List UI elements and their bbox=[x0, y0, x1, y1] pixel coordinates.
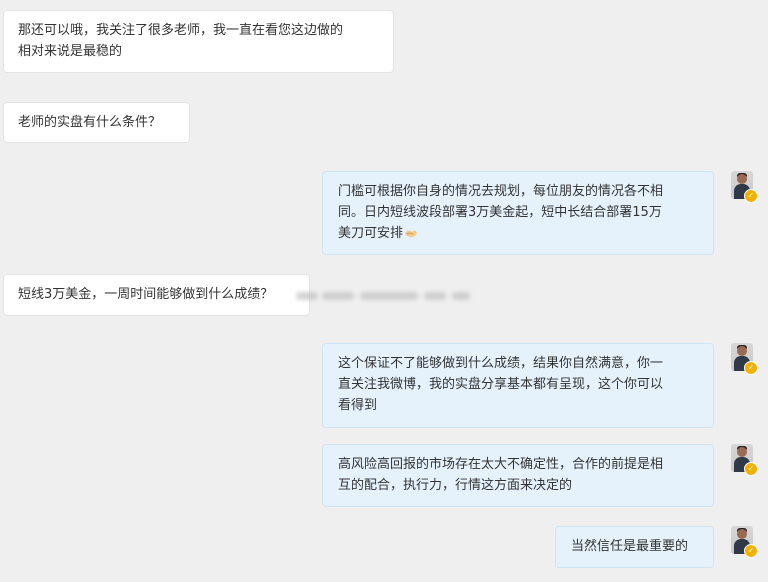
message-text-line: 看得到 bbox=[338, 398, 378, 413]
verified-badge-icon: ✓ bbox=[744, 544, 758, 558]
message-bubble-incoming[interactable]: 那还可以哦，我关注了很多老师，我一直在看您这边做的 相对来说是最稳的 bbox=[3, 10, 394, 73]
verified-badge-icon: ✓ bbox=[744, 361, 758, 375]
handshake-emoji bbox=[405, 230, 418, 237]
message-text-line: 门槛可根据你自身的情况去规划，每位朋友的情况各不相 bbox=[338, 184, 664, 199]
message-text-line: 短线3万美金，一周时间能够做到什么成绩？ bbox=[18, 287, 274, 302]
verified-badge-icon: ✓ bbox=[744, 462, 758, 476]
message-text-line: 互的配合，执行力，行情这方面来决定的 bbox=[338, 478, 573, 493]
message-bubble-outgoing[interactable]: 门槛可根据你自身的情况去规划，每位朋友的情况各不相 同。日内短线波段部署3万美金… bbox=[322, 171, 714, 255]
teacher-avatar[interactable]: ✓ bbox=[731, 171, 758, 203]
blurred-content bbox=[294, 286, 472, 304]
message-text-line: 那还可以哦，我关注了很多老师，我一直在看您这边做的 bbox=[18, 23, 344, 38]
message-text-fragment: 美刀可安排 bbox=[338, 226, 404, 241]
teacher-avatar[interactable]: ✓ bbox=[731, 343, 758, 375]
verified-badge-icon: ✓ bbox=[744, 189, 758, 203]
message-text-line: 直关注我微博，我的实盘分享基本都有呈现，这个你可以 bbox=[338, 377, 664, 392]
avatar-head bbox=[737, 174, 747, 184]
teacher-avatar[interactable]: ✓ bbox=[731, 526, 758, 558]
message-text-line: 这个保证不了能够做到什么成绩，结果你自然满意，你一 bbox=[338, 356, 664, 371]
message-text-line: 相对来说是最稳的 bbox=[18, 44, 123, 59]
message-text-line: 当然信任是最重要的 bbox=[571, 539, 689, 554]
message-bubble-outgoing[interactable]: 这个保证不了能够做到什么成绩，结果你自然满意，你一 直关注我微博，我的实盘分享基… bbox=[322, 343, 714, 428]
message-text-line: 同。日内短线波段部署3万美金起，短中长结合部署15万 bbox=[338, 205, 662, 220]
avatar-head bbox=[737, 529, 747, 539]
avatar-head bbox=[737, 447, 747, 457]
message-text-line: 美刀可安排 bbox=[338, 223, 698, 244]
message-bubble-incoming[interactable]: 短线3万美金，一周时间能够做到什么成绩？ bbox=[3, 274, 310, 316]
chat-conversation: 那还可以哦，我关注了很多老师，我一直在看您这边做的 相对来说是最稳的 老师的实盘… bbox=[0, 0, 768, 582]
avatar-head bbox=[737, 346, 747, 356]
message-bubble-outgoing[interactable]: 当然信任是最重要的 bbox=[555, 526, 714, 568]
message-bubble-incoming[interactable]: 老师的实盘有什么条件？ bbox=[3, 102, 190, 143]
message-bubble-outgoing[interactable]: 高风险高回报的市场存在太大不确定性，合作的前提是相 互的配合，执行力，行情这方面… bbox=[322, 444, 714, 507]
message-text-line: 高风险高回报的市场存在太大不确定性，合作的前提是相 bbox=[338, 457, 664, 472]
teacher-avatar[interactable]: ✓ bbox=[731, 444, 758, 476]
message-text-line: 老师的实盘有什么条件？ bbox=[18, 115, 162, 130]
